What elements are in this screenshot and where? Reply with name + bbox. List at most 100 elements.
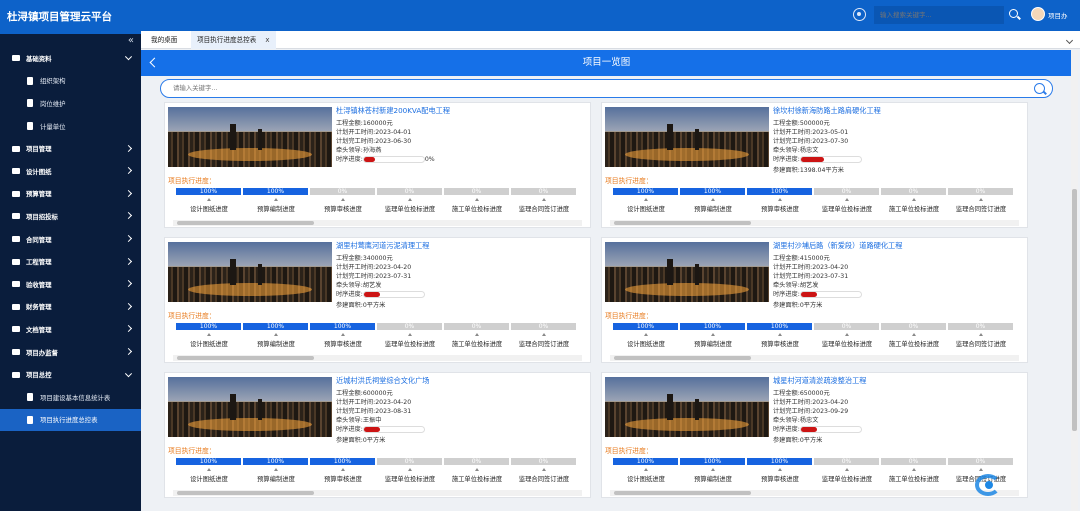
vertical-scrollbar[interactable] — [1071, 50, 1078, 511]
sidebar-item-project[interactable]: 项目管理 — [0, 137, 141, 160]
close-icon[interactable]: x — [265, 36, 269, 44]
sidebar-subitem-org[interactable]: 组织架构 — [0, 70, 141, 93]
progress-step[interactable]: 0% 施工单位投标进度 — [444, 458, 510, 488]
project-title-link[interactable]: 湖里村沙埔后路（新爱段）道路硬化工程 — [773, 241, 902, 251]
project-title-link[interactable]: 近城村洪氏祠堂综合文化广场 — [336, 376, 429, 386]
sidebar-collapse-button[interactable]: « — [0, 34, 141, 47]
project-title-link[interactable]: 湖里村莺鹰河道污泥清理工程 — [336, 241, 429, 251]
scrollbar-thumb[interactable] — [614, 221, 751, 225]
project-thumbnail[interactable] — [168, 242, 332, 302]
search-icon[interactable] — [1009, 9, 1018, 18]
chevron-down-icon[interactable] — [1065, 36, 1074, 45]
avatar[interactable] — [1031, 7, 1045, 21]
sidebar-subitem-stats[interactable]: 项目建设基本信息统计表 — [0, 386, 141, 409]
sidebar-subitem-unit[interactable]: 计量单位 — [0, 115, 141, 138]
progress-step[interactable]: 100% 预算编制进度 — [680, 458, 746, 488]
progress-step[interactable]: 0% 监理合同签订进度 — [511, 458, 577, 488]
sidebar-item-design[interactable]: 设计图纸 — [0, 160, 141, 183]
project-thumbnail[interactable] — [168, 377, 332, 437]
project-title-link[interactable]: 杜浔镇林苍村新建200KVA配电工程 — [336, 106, 450, 116]
progress-step[interactable]: 0% 监理合同签订进度 — [511, 188, 577, 218]
progress-step[interactable]: 0% 监理合同签订进度 — [948, 188, 1014, 218]
sidebar-item-supervision[interactable]: 项目办监督 — [0, 341, 141, 364]
scrollbar-thumb[interactable] — [1072, 189, 1077, 431]
sidebar-subitem-post[interactable]: 岗位维护 — [0, 92, 141, 115]
sidebar-item-contract[interactable]: 合同管理 — [0, 228, 141, 251]
horizontal-scrollbar[interactable] — [610, 220, 1019, 226]
scrollbar-thumb[interactable] — [614, 356, 751, 360]
tab-home[interactable]: 我的桌面 — [145, 31, 183, 49]
progress-step[interactable]: 100% 预算编制进度 — [680, 323, 746, 353]
scrollbar-thumb[interactable] — [614, 491, 751, 495]
sidebar-item-acceptance[interactable]: 验收管理 — [0, 273, 141, 296]
horizontal-scrollbar[interactable] — [173, 490, 582, 496]
project-leader: 牵头领导:孙海燕 — [336, 147, 382, 154]
step-bar: 0% — [814, 323, 880, 330]
progress-step[interactable]: 0% 施工单位投标进度 — [881, 458, 947, 488]
keyword-search-input[interactable] — [173, 80, 773, 97]
project-card[interactable]: 近城村洪氏祠堂综合文化广场 工程金额:600000元 计划开工时间:2023-04-… — [164, 372, 591, 498]
progress-step[interactable]: 0% 施工单位投标进度 — [444, 323, 510, 353]
progress-step[interactable]: 100% 设计图纸进度 — [176, 323, 242, 353]
sidebar-item-control[interactable]: 项目总控 — [0, 363, 141, 386]
progress-step[interactable]: 100% 预算编制进度 — [243, 188, 309, 218]
progress-step[interactable]: 100% 预算审核进度 — [747, 458, 813, 488]
progress-step[interactable]: 0% 监理单位投标进度 — [377, 458, 443, 488]
progress-step[interactable]: 0% 监理单位投标进度 — [814, 458, 880, 488]
project-card[interactable]: 徐坎村徐新海防路土路肩硬化工程 工程金额:500000元 计划开工时间:2023-0… — [601, 102, 1028, 228]
progress-step[interactable]: 100% 预算审核进度 — [310, 323, 376, 353]
progress-step[interactable]: 100% 预算编制进度 — [680, 188, 746, 218]
horizontal-scrollbar[interactable] — [173, 355, 582, 361]
progress-step[interactable]: 0% 监理单位投标进度 — [377, 323, 443, 353]
global-search-input[interactable] — [874, 6, 1004, 24]
progress-step[interactable]: 100% 设计图纸进度 — [613, 323, 679, 353]
project-thumbnail[interactable] — [605, 242, 769, 302]
project-card[interactable]: 城星村河道清淤疏浚整治工程 工程金额:650000元 计划开工时间:2023-04-… — [601, 372, 1028, 498]
project-card[interactable]: 杜浔镇林苍村新建200KVA配电工程 工程金额:160000元 计划开工时间:202… — [164, 102, 591, 228]
search-icon[interactable] — [1034, 83, 1045, 94]
progress-step[interactable]: 0% 施工单位投标进度 — [881, 323, 947, 353]
progress-steps: 100% 设计图纸进度 100% 预算编制进度 100% 预算审核进度 0% 监理单位投标进度… — [613, 458, 1017, 488]
progress-step[interactable]: 100% 预算审核进度 — [747, 188, 813, 218]
progress-step[interactable]: 0% 预算审核进度 — [310, 188, 376, 218]
project-title-link[interactable]: 城星村河道清淤疏浚整治工程 — [773, 376, 866, 386]
progress-step[interactable]: 100% 预算编制进度 — [243, 458, 309, 488]
project-card[interactable]: 湖里村莺鹰河道污泥清理工程 工程金额:340000元 计划开工时间:2023-04-… — [164, 237, 591, 363]
sidebar-item-docs[interactable]: 文档管理 — [0, 318, 141, 341]
project-title-link[interactable]: 徐坎村徐新海防路土路肩硬化工程 — [773, 106, 881, 116]
refresh-icon[interactable] — [853, 8, 866, 21]
progress-step[interactable]: 0% 监理单位投标进度 — [814, 323, 880, 353]
user-name[interactable]: 项目办 — [1048, 10, 1068, 20]
sidebar-item-label: 设计图纸 — [26, 167, 52, 176]
tab-progress-control[interactable]: 项目执行进度总控表 x — [191, 31, 276, 49]
sidebar-item-bidding[interactable]: 项目招投标 — [0, 205, 141, 228]
progress-step[interactable]: 0% 施工单位投标进度 — [881, 188, 947, 218]
horizontal-scrollbar[interactable] — [610, 490, 1019, 496]
sidebar-item-budget[interactable]: 预算管理 — [0, 183, 141, 206]
sidebar-subitem-progress-control[interactable]: 项目执行进度总控表 — [0, 408, 141, 432]
sidebar-item-finance[interactable]: 财务管理 — [0, 296, 141, 319]
progress-step[interactable]: 0% 施工单位投标进度 — [444, 188, 510, 218]
scrollbar-thumb[interactable] — [177, 356, 314, 360]
progress-step[interactable]: 100% 设计图纸进度 — [613, 188, 679, 218]
horizontal-scrollbar[interactable] — [173, 220, 582, 226]
progress-step[interactable]: 0% 监理合同签订进度 — [948, 323, 1014, 353]
progress-step[interactable]: 100% 预算审核进度 — [310, 458, 376, 488]
project-thumbnail[interactable] — [605, 107, 769, 167]
progress-step[interactable]: 100% 设计图纸进度 — [176, 188, 242, 218]
progress-step[interactable]: 100% 预算编制进度 — [243, 323, 309, 353]
scrollbar-thumb[interactable] — [177, 491, 314, 495]
progress-step[interactable]: 100% 预算审核进度 — [747, 323, 813, 353]
sidebar-item-basic[interactable]: 基础资料 — [0, 47, 141, 70]
progress-step[interactable]: 0% 监理合同签订进度 — [511, 323, 577, 353]
progress-step[interactable]: 100% 设计图纸进度 — [176, 458, 242, 488]
project-thumbnail[interactable] — [605, 377, 769, 437]
progress-step[interactable]: 0% 监理单位投标进度 — [814, 188, 880, 218]
scrollbar-thumb[interactable] — [177, 221, 314, 225]
horizontal-scrollbar[interactable] — [610, 355, 1019, 361]
project-card[interactable]: 湖里村沙埔后路（新爱段）道路硬化工程 工程金额:415000元 计划开工时间:202… — [601, 237, 1028, 363]
progress-step[interactable]: 0% 监理单位投标进度 — [377, 188, 443, 218]
project-thumbnail[interactable] — [168, 107, 332, 167]
sidebar-item-engineering[interactable]: 工程管理 — [0, 250, 141, 273]
progress-step[interactable]: 100% 设计图纸进度 — [613, 458, 679, 488]
